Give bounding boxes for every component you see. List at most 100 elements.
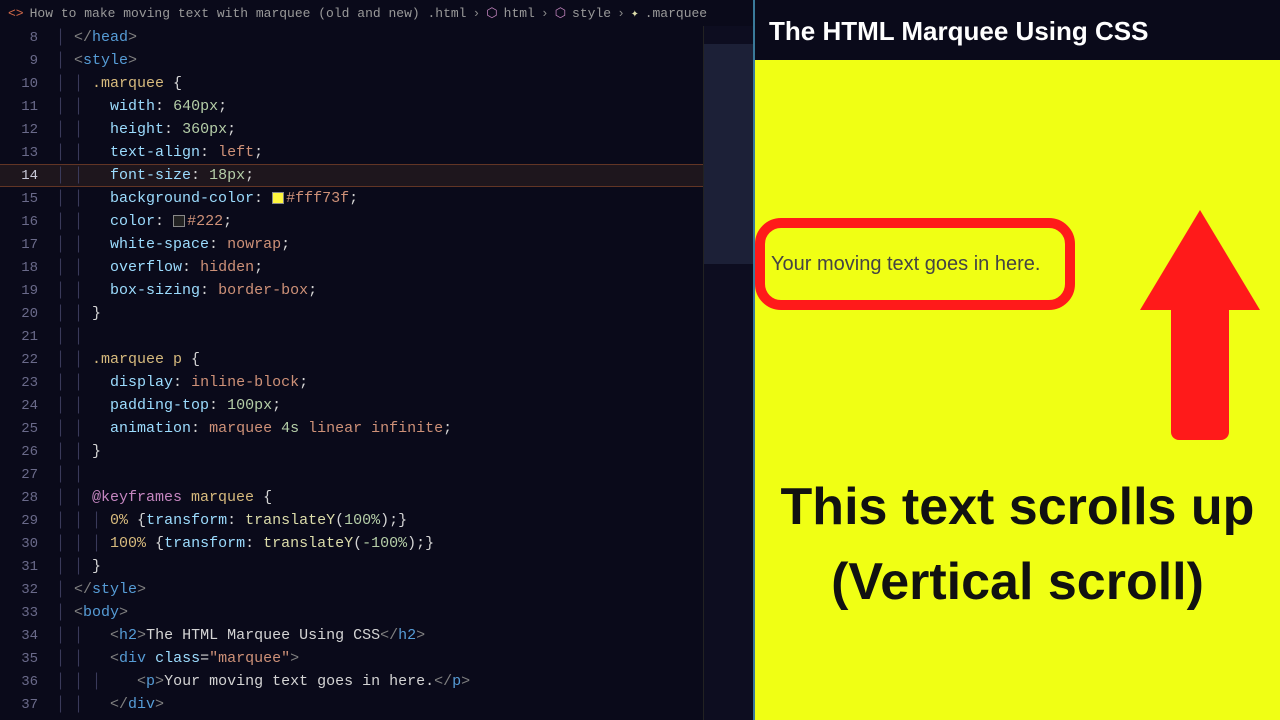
code-line[interactable]: 14│ │ font-size: 18px; (0, 164, 753, 187)
code-content[interactable]: │ │ display: inline-block; (56, 374, 753, 391)
code-line[interactable]: 33│ <body> (0, 601, 753, 624)
line-number: 14 (0, 168, 56, 184)
code-content[interactable]: │ │ } (56, 558, 753, 575)
code-content[interactable]: │ │ text-align: left; (56, 144, 753, 161)
breadcrumb[interactable]: <> How to make moving text with marquee … (0, 0, 753, 26)
code-line[interactable]: 21│ │ (0, 325, 753, 348)
code-line[interactable]: 36│ │ │ <p>Your moving text goes in here… (0, 670, 753, 693)
line-number: 35 (0, 651, 56, 667)
code-content[interactable]: │ │ height: 360px; (56, 121, 753, 138)
minimap-viewport[interactable] (704, 44, 753, 264)
code-line[interactable]: 9│ <style> (0, 49, 753, 72)
code-content[interactable]: │ </style> (56, 581, 753, 598)
line-number: 13 (0, 145, 56, 161)
code-line[interactable]: 18│ │ overflow: hidden; (0, 256, 753, 279)
code-line[interactable]: 8│ </head> (0, 26, 753, 49)
code-area[interactable]: 8│ </head>9│ <style>10│ │ .marquee {11│ … (0, 26, 753, 720)
line-number: 18 (0, 260, 56, 276)
code-line[interactable]: 27│ │ (0, 463, 753, 486)
paint-icon: ✦ (631, 6, 639, 21)
code-content[interactable]: │ │ color: #222; (56, 213, 753, 230)
code-line[interactable]: 20│ │ } (0, 302, 753, 325)
cube-icon: ⬡ (486, 6, 497, 21)
line-number: 33 (0, 605, 56, 621)
code-content[interactable]: │ │ │ <p>Your moving text goes in here.<… (56, 673, 753, 690)
code-content[interactable]: │ │ (56, 466, 753, 483)
code-content[interactable]: │ │ <div class="marquee"> (56, 650, 753, 667)
code-line[interactable]: 11│ │ width: 640px; (0, 95, 753, 118)
marquee-preview-area: Your moving text goes in here. This text… (755, 60, 1280, 720)
code-line[interactable]: 16│ │ color: #222; (0, 210, 753, 233)
code-line[interactable]: 34│ │ <h2>The HTML Marquee Using CSS</h2… (0, 624, 753, 647)
line-number: 25 (0, 421, 56, 437)
code-content[interactable]: │ │ white-space: nowrap; (56, 236, 753, 253)
cube-icon: ⬡ (555, 6, 566, 21)
code-content[interactable]: │ │ .marquee p { (56, 351, 753, 368)
code-line[interactable]: 30│ │ │ 100% {transform: translateY(-100… (0, 532, 753, 555)
code-line[interactable]: 29│ │ │ 0% {transform: translateY(100%);… (0, 509, 753, 532)
line-number: 36 (0, 674, 56, 690)
line-number: 8 (0, 30, 56, 46)
line-number: 15 (0, 191, 56, 207)
code-line[interactable]: 35│ │ <div class="marquee"> (0, 647, 753, 670)
code-content[interactable]: │ │ box-sizing: border-box; (56, 282, 753, 299)
breadcrumb-file[interactable]: How to make moving text with marquee (ol… (30, 6, 467, 21)
code-content[interactable]: │ │ </div> (56, 696, 753, 713)
code-line[interactable]: 15│ │ background-color: #fff73f; (0, 187, 753, 210)
line-number: 24 (0, 398, 56, 414)
line-number: 23 (0, 375, 56, 391)
code-content[interactable]: │ │ width: 640px; (56, 98, 753, 115)
code-editor-pane[interactable]: <> How to make moving text with marquee … (0, 0, 755, 720)
code-content[interactable]: │ │ background-color: #fff73f; (56, 190, 753, 207)
code-line[interactable]: 13│ │ text-align: left; (0, 141, 753, 164)
code-line[interactable]: 28│ │ @keyframes marquee { (0, 486, 753, 509)
up-arrow-icon (1140, 210, 1260, 440)
code-content[interactable]: │ </head> (56, 29, 753, 46)
code-content[interactable]: │ │ animation: marquee 4s linear infinit… (56, 420, 753, 437)
code-line[interactable]: 19│ │ box-sizing: border-box; (0, 279, 753, 302)
code-content[interactable]: │ │ (56, 328, 753, 345)
code-line[interactable]: 26│ │ } (0, 440, 753, 463)
line-number: 37 (0, 697, 56, 713)
code-content[interactable]: │ <style> (56, 52, 753, 69)
line-number: 30 (0, 536, 56, 552)
code-content[interactable]: │ │ padding-top: 100px; (56, 397, 753, 414)
line-number: 11 (0, 99, 56, 115)
code-line[interactable]: 24│ │ padding-top: 100px; (0, 394, 753, 417)
code-content[interactable]: │ │ │ 100% {transform: translateY(-100%)… (56, 535, 753, 552)
marquee-moving-text: Your moving text goes in here. (771, 253, 1040, 276)
code-content[interactable]: │ │ overflow: hidden; (56, 259, 753, 276)
code-line[interactable]: 12│ │ height: 360px; (0, 118, 753, 141)
line-number: 34 (0, 628, 56, 644)
code-line[interactable]: 23│ │ display: inline-block; (0, 371, 753, 394)
breadcrumb-sep: › (617, 6, 625, 21)
minimap[interactable] (703, 26, 753, 720)
line-number: 27 (0, 467, 56, 483)
breadcrumb-html[interactable]: html (504, 6, 535, 21)
code-line[interactable]: 17│ │ white-space: nowrap; (0, 233, 753, 256)
breadcrumb-style[interactable]: style (572, 6, 611, 21)
code-line[interactable]: 37│ │ </div> (0, 693, 753, 716)
annotation-caption: This text scrolls up (Vertical scroll) (755, 470, 1280, 621)
code-content[interactable]: │ │ font-size: 18px; (56, 167, 753, 184)
code-content[interactable]: │ │ @keyframes marquee { (56, 489, 753, 506)
line-number: 16 (0, 214, 56, 230)
code-line[interactable]: 25│ │ animation: marquee 4s linear infin… (0, 417, 753, 440)
line-number: 19 (0, 283, 56, 299)
code-line[interactable]: 32│ </style> (0, 578, 753, 601)
line-number: 22 (0, 352, 56, 368)
code-line[interactable]: 31│ │ } (0, 555, 753, 578)
highlight-annotation-box: Your moving text goes in here. (755, 218, 1075, 310)
line-number: 31 (0, 559, 56, 575)
line-number: 20 (0, 306, 56, 322)
code-content[interactable]: │ <body> (56, 604, 753, 621)
code-content[interactable]: │ │ <h2>The HTML Marquee Using CSS</h2> (56, 627, 753, 644)
code-content[interactable]: │ │ } (56, 305, 753, 322)
code-content[interactable]: │ │ } (56, 443, 753, 460)
line-number: 17 (0, 237, 56, 253)
code-content[interactable]: │ │ │ 0% {transform: translateY(100%);} (56, 512, 753, 529)
code-line[interactable]: 10│ │ .marquee { (0, 72, 753, 95)
code-content[interactable]: │ │ .marquee { (56, 75, 753, 92)
code-line[interactable]: 22│ │ .marquee p { (0, 348, 753, 371)
breadcrumb-selector[interactable]: .marquee (645, 6, 707, 21)
